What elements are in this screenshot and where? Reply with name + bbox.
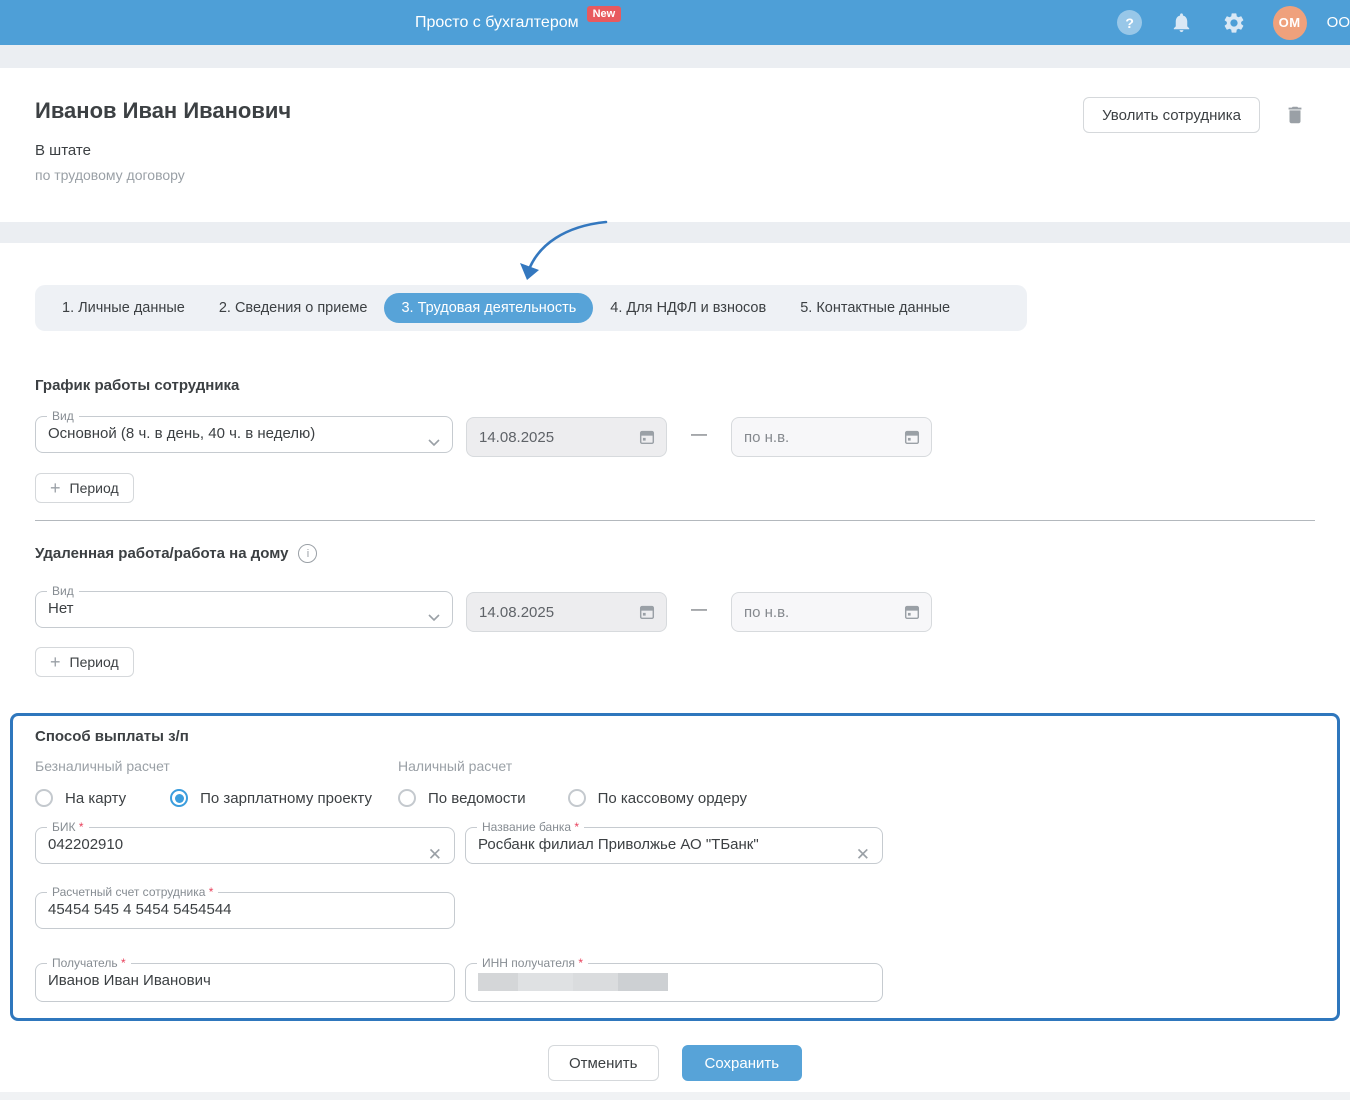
employee-account-field[interactable]: Расчетный счет сотрудника * 45454 545 4 … <box>35 886 455 929</box>
schedule-type-select[interactable]: Вид Основной (8 ч. в день, 40 ч. в недел… <box>35 410 453 453</box>
radio-selected-icon <box>170 789 189 807</box>
schedule-date-from[interactable]: 14.08.2025 <box>466 417 667 457</box>
cash-group-label: Наличный расчет <box>398 758 513 774</box>
app-title: Просто с бухгалтером <box>415 13 579 31</box>
settings-button[interactable] <box>1221 10 1247 36</box>
tab-work-activity[interactable]: 3. Трудовая деятельность <box>384 293 594 323</box>
remote-type-select[interactable]: Вид Нет <box>35 585 453 628</box>
schedule-type-value: Основной (8 ч. в день, 40 ч. в неделю) <box>48 425 316 442</box>
bank-name-label: Название банка <box>482 820 572 834</box>
required-mark: * <box>120 956 126 970</box>
radio-icon <box>567 789 586 807</box>
bank-name-value: Росбанк филиал Приволжье АО "ТБанк" <box>478 836 759 853</box>
section-divider <box>35 520 1315 521</box>
tab-bar: 1. Личные данные 2. Сведения о приеме 3.… <box>35 285 1027 331</box>
employee-account-label: Расчетный счет сотрудника <box>52 885 206 899</box>
cancel-button[interactable]: Отменить <box>547 1045 659 1081</box>
calendar-icon <box>903 428 921 446</box>
chevron-down-icon <box>428 439 440 447</box>
tab-ndfl-contributions[interactable]: 4. Для НДФЛ и взносов <box>593 293 783 323</box>
remote-date-to[interactable]: по н.в. <box>731 592 932 632</box>
required-mark: * <box>574 820 580 834</box>
chevron-down-icon <box>428 614 440 622</box>
employee-substatus: по трудовому договору <box>35 167 185 183</box>
bank-name-field[interactable]: Название банка * Росбанк филиал Приволжь… <box>465 821 883 864</box>
radio-icon <box>35 789 53 807</box>
calendar-icon <box>903 603 921 621</box>
schedule-date-to[interactable]: по н.в. <box>731 417 932 457</box>
radio-salary-project[interactable]: По зарплатному проекту <box>170 789 372 807</box>
bik-label: БИК <box>52 820 76 834</box>
cashless-group-label: Безналичный расчет <box>35 758 170 774</box>
recipient-value: Иванов Иван Иванович <box>48 972 211 989</box>
tab-personal-data[interactable]: 1. Личные данные <box>45 293 202 323</box>
recipient-inn-redacted-value <box>478 973 870 991</box>
subheader-band <box>0 45 1350 68</box>
radio-to-card[interactable]: На карту <box>35 789 126 807</box>
work-schedule-section: График работы сотрудника Вид Основной (8… <box>0 377 1350 503</box>
required-mark: * <box>578 956 584 970</box>
dismiss-employee-button[interactable]: Уволить сотрудника <box>1083 97 1260 133</box>
required-mark: * <box>208 885 214 899</box>
trash-icon <box>1284 104 1306 126</box>
footer-actions: Отменить Сохранить <box>0 1045 1350 1081</box>
schedule-type-label: Вид <box>52 409 74 423</box>
topbar: Просто с бухгалтером New ? OM ОО <box>0 0 1350 45</box>
new-badge: New <box>586 5 622 22</box>
date-range-dash: — <box>691 601 707 618</box>
bik-value: 042202910 <box>48 836 124 853</box>
salary-payment-title: Способ выплаты з/п <box>35 728 189 745</box>
calendar-icon <box>638 603 656 621</box>
save-button[interactable]: Сохранить <box>681 1045 803 1081</box>
plus-icon: + <box>50 652 61 672</box>
delete-employee-button[interactable] <box>1284 104 1306 126</box>
recipient-field[interactable]: Получатель * Иванов Иван Иванович <box>35 957 455 1002</box>
remote-work-section: Удаленная работа/работа на дому i Вид Не… <box>0 544 1350 677</box>
recipient-inn-label: ИНН получателя <box>482 956 575 970</box>
help-button[interactable]: ? <box>1117 10 1143 36</box>
plus-icon: + <box>50 478 61 498</box>
org-label[interactable]: ОО <box>1327 14 1350 31</box>
radio-cash-order[interactable]: По кассовому ордеру <box>567 789 747 807</box>
gear-icon <box>1222 11 1246 35</box>
remote-type-label: Вид <box>52 584 74 598</box>
remote-date-from[interactable]: 14.08.2025 <box>466 592 667 632</box>
employee-header: Иванов Иван Иванович В штате по трудовом… <box>0 68 1350 222</box>
radio-payroll-sheet[interactable]: По ведомости <box>398 789 526 807</box>
work-schedule-title: График работы сотрудника <box>35 377 240 394</box>
remote-work-title: Удаленная работа/работа на дому <box>35 545 289 562</box>
employee-status: В штате <box>35 142 91 159</box>
remote-type-value: Нет <box>48 600 74 617</box>
employee-account-value: 45454 545 4 5454 5454544 <box>48 901 232 918</box>
bik-field[interactable]: БИК * 042202910 ✕ <box>35 821 455 864</box>
tab-hiring-info[interactable]: 2. Сведения о приеме <box>202 293 385 323</box>
info-icon[interactable]: i <box>298 544 318 563</box>
recipient-label: Получатель <box>52 956 118 970</box>
date-range-dash: — <box>691 426 707 443</box>
salary-payment-section: Способ выплаты з/п Безналичный расчет На… <box>10 713 1340 1021</box>
notifications-button[interactable] <box>1169 10 1195 36</box>
add-remote-period-button[interactable]: + Период <box>35 647 134 677</box>
required-mark: * <box>78 820 84 834</box>
calendar-icon <box>638 428 656 446</box>
clear-icon[interactable]: ✕ <box>424 845 446 865</box>
tab-contact-data[interactable]: 5. Контактные данные <box>783 293 967 323</box>
add-schedule-period-button[interactable]: + Период <box>35 473 134 503</box>
recipient-inn-field[interactable]: ИНН получателя * <box>465 957 883 1002</box>
bottom-band <box>0 1092 1350 1100</box>
radio-icon <box>398 789 416 807</box>
clear-icon[interactable]: ✕ <box>852 845 874 865</box>
bell-icon <box>1170 11 1193 34</box>
help-icon: ? <box>1117 10 1143 35</box>
avatar[interactable]: OM <box>1272 5 1307 40</box>
divider-band <box>0 222 1350 243</box>
